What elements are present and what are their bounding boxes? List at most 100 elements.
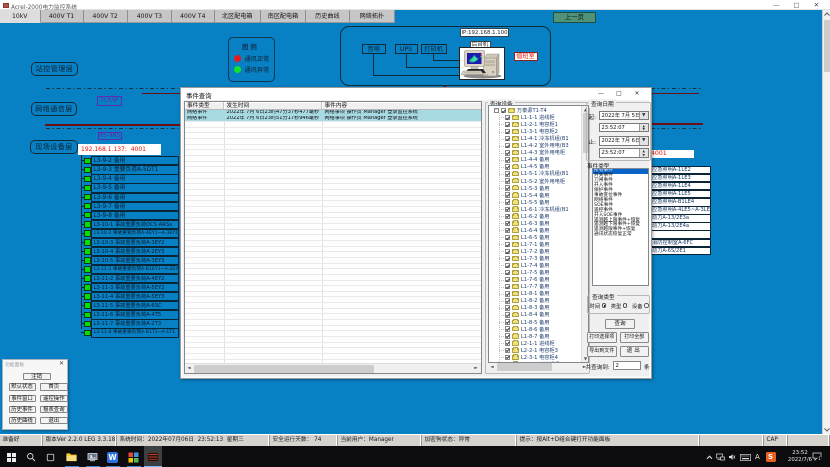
device-item[interactable]: L3-9-6 备用	[91, 193, 179, 202]
tree-checkbox[interactable]	[505, 291, 510, 296]
tree-item[interactable]: L2-2-1 电容柜3	[505, 347, 558, 354]
event-type-listbox[interactable]: 所有事件开关事件刀闸事件开入事件保护事件事故变位事件网络事件SOE事件遥控事件开…	[592, 168, 650, 286]
tab-网络拓扑[interactable]: 网络拓扑	[350, 10, 395, 23]
wps-office-icon[interactable]: W	[107, 452, 118, 463]
tree-checkbox[interactable]	[505, 277, 510, 282]
tree-item[interactable]: L2-3-1 电容柜4	[505, 354, 558, 361]
window-maximize-button[interactable]: □	[788, 0, 805, 10]
device-item[interactable]: L3-10-3 事故重要负荷A-3EY2	[91, 238, 179, 247]
date-from-combo[interactable]: 2022年 7月 5日 ▼	[599, 111, 649, 121]
notification-center-icon[interactable]: 1	[812, 452, 822, 461]
tree-checkbox[interactable]	[505, 143, 510, 148]
tree-checkbox[interactable]	[505, 185, 510, 190]
result-count-field[interactable]: 2	[613, 361, 642, 371]
tree-item[interactable]: L1-4-1 冷冻机组(B1	[505, 135, 569, 142]
device-item[interactable]: L3-9-4 备用	[91, 174, 179, 183]
table-h-scrollbar[interactable]: ◄ ►	[185, 363, 481, 373]
tree-item[interactable]: L1-8-5 备用	[505, 319, 550, 326]
func-button-历史曲线[interactable]: 历史曲线	[9, 417, 36, 424]
tree-item[interactable]: L1-5-4 备用	[505, 192, 550, 199]
tree-item[interactable]: L1-5-5 备用	[505, 199, 550, 206]
print-all-button[interactable]: 打印全部	[620, 332, 650, 343]
scroll-thumb[interactable]	[497, 363, 552, 371]
tree-checkbox[interactable]	[501, 108, 506, 113]
func-button-事件窗口[interactable]: 事件窗口	[9, 395, 36, 402]
tab-历史曲线[interactable]: 历史曲线	[306, 10, 350, 23]
tree-checkbox[interactable]	[505, 319, 510, 324]
spin-down-icon[interactable]: ▼	[640, 153, 648, 157]
tree-checkbox[interactable]	[505, 157, 510, 162]
device-item[interactable]: L3-11-3 事故重要负荷A-5EY2	[91, 283, 179, 292]
spinner-arrows-icon[interactable]: ▲▼	[639, 149, 648, 157]
start-button-icon[interactable]	[7, 453, 16, 462]
dialog-maximize-button[interactable]: □	[611, 88, 627, 99]
tab-400V T4[interactable]: 400V T4	[172, 10, 215, 23]
logout-button[interactable]: 注销	[23, 373, 51, 380]
tree-checkbox[interactable]	[505, 249, 510, 254]
func-button-默认状态[interactable]: 默认状态	[9, 383, 36, 390]
export-file-button[interactable]: 导出到文件	[587, 346, 617, 357]
tree-checkbox[interactable]	[505, 348, 510, 353]
tree-item[interactable]: L1-7-7 备用	[505, 283, 550, 290]
tree-checkbox[interactable]	[505, 326, 510, 331]
scroll-right-arrow-icon[interactable]: ►	[472, 364, 481, 373]
tree-item[interactable]: L1-5-3 备用	[505, 185, 550, 192]
device-item[interactable]: L3-9-7 备用	[91, 202, 179, 211]
column-header-event-content[interactable]: 事件内容	[322, 102, 481, 110]
query-type-option-设备[interactable]: 设备	[632, 302, 649, 310]
tree-checkbox[interactable]	[505, 136, 510, 141]
tree-checkbox[interactable]	[505, 192, 510, 197]
func-button-退出[interactable]: 退出	[40, 417, 69, 424]
tree-checkbox[interactable]	[505, 242, 510, 247]
tree-item[interactable]: L1-8-1 备用	[505, 290, 550, 297]
tree-checkbox[interactable]	[505, 256, 510, 261]
file-explorer-icon[interactable]	[66, 452, 77, 462]
exit-button[interactable]: 退出	[620, 346, 650, 357]
tree-item[interactable]: L1-1-1 进线柜	[505, 114, 555, 121]
tree-item[interactable]: L2-1-1 进线柜	[505, 340, 555, 347]
previous-page-button[interactable]: 上一页	[553, 12, 596, 23]
device-item[interactable]: L3-10-2 事故重要负荷A-4EY1~A-3EY1	[91, 229, 179, 238]
tree-checkbox[interactable]	[505, 263, 510, 268]
query-type-option-类型[interactable]: 类型	[611, 302, 628, 310]
func-button-首页[interactable]: 首页	[40, 383, 69, 390]
scroll-thumb[interactable]	[824, 20, 830, 72]
device-item[interactable]: L3-11-5 事故重要负荷A-6SC	[91, 301, 179, 310]
tree-checkbox[interactable]	[505, 312, 510, 317]
dialog-minimize-button[interactable]: —	[593, 88, 609, 99]
column-header-event-time[interactable]: 发生时间	[224, 102, 322, 110]
event-row[interactable]: 网络事件2022年 7月 6日23时51分17秒946毫秒网络事项 操作员 Ma…	[185, 116, 481, 122]
dropdown-arrow-icon[interactable]: ▼	[639, 112, 648, 120]
tree-item[interactable]: L1-4-4 备用	[505, 156, 550, 163]
tree-checkbox[interactable]	[505, 150, 510, 155]
device-item[interactable]: L3-9-2 备用	[91, 156, 179, 165]
time-to-spinner[interactable]: 23:52:07 ▲▼	[599, 148, 649, 158]
tree-item[interactable]: L1-7-3 备用	[505, 255, 550, 262]
tree-item[interactable]: L1-6-3 备用	[505, 220, 550, 227]
tree-item[interactable]: L1-5-2 室外用电柜	[505, 178, 566, 185]
func-button-报表查询[interactable]: 报表查询	[40, 406, 69, 413]
tree-checkbox[interactable]	[505, 129, 510, 134]
tree-checkbox[interactable]	[505, 270, 510, 275]
tree-item[interactable]: L1-2-1 电容柜1	[505, 121, 558, 128]
tree-checkbox[interactable]	[505, 355, 510, 360]
spin-down-icon[interactable]: ▼	[640, 127, 648, 131]
tree-item[interactable]: L1-7-5 备用	[505, 269, 550, 276]
tree-checkbox[interactable]	[505, 228, 510, 233]
tree-item[interactable]: L1-8-4 备用	[505, 311, 550, 318]
device-item[interactable]: L3-9-8 备用	[91, 211, 179, 220]
app-grid-icon[interactable]	[128, 452, 139, 463]
tree-expander-icon[interactable]: -	[494, 108, 499, 113]
scroll-down-arrow-icon[interactable]	[823, 425, 830, 434]
tree-checkbox[interactable]	[505, 298, 510, 303]
tree-checkbox[interactable]	[505, 178, 510, 183]
tree-item[interactable]: L1-8-6 备用	[505, 326, 550, 333]
event-type-item[interactable]: 通讯状态恢复正常	[593, 233, 649, 238]
tree-checkbox[interactable]	[505, 171, 510, 176]
column-header-event-type[interactable]: 事件类型	[185, 102, 225, 110]
tab-400V T1[interactable]: 400V T1	[41, 10, 84, 23]
tray-expand-chevron-icon[interactable]	[706, 455, 713, 460]
tree-checkbox[interactable]	[505, 207, 510, 212]
device-item[interactable]: L3-11-7 事故重要负荷A-2T3	[91, 319, 179, 328]
task-view-icon[interactable]	[46, 453, 55, 462]
